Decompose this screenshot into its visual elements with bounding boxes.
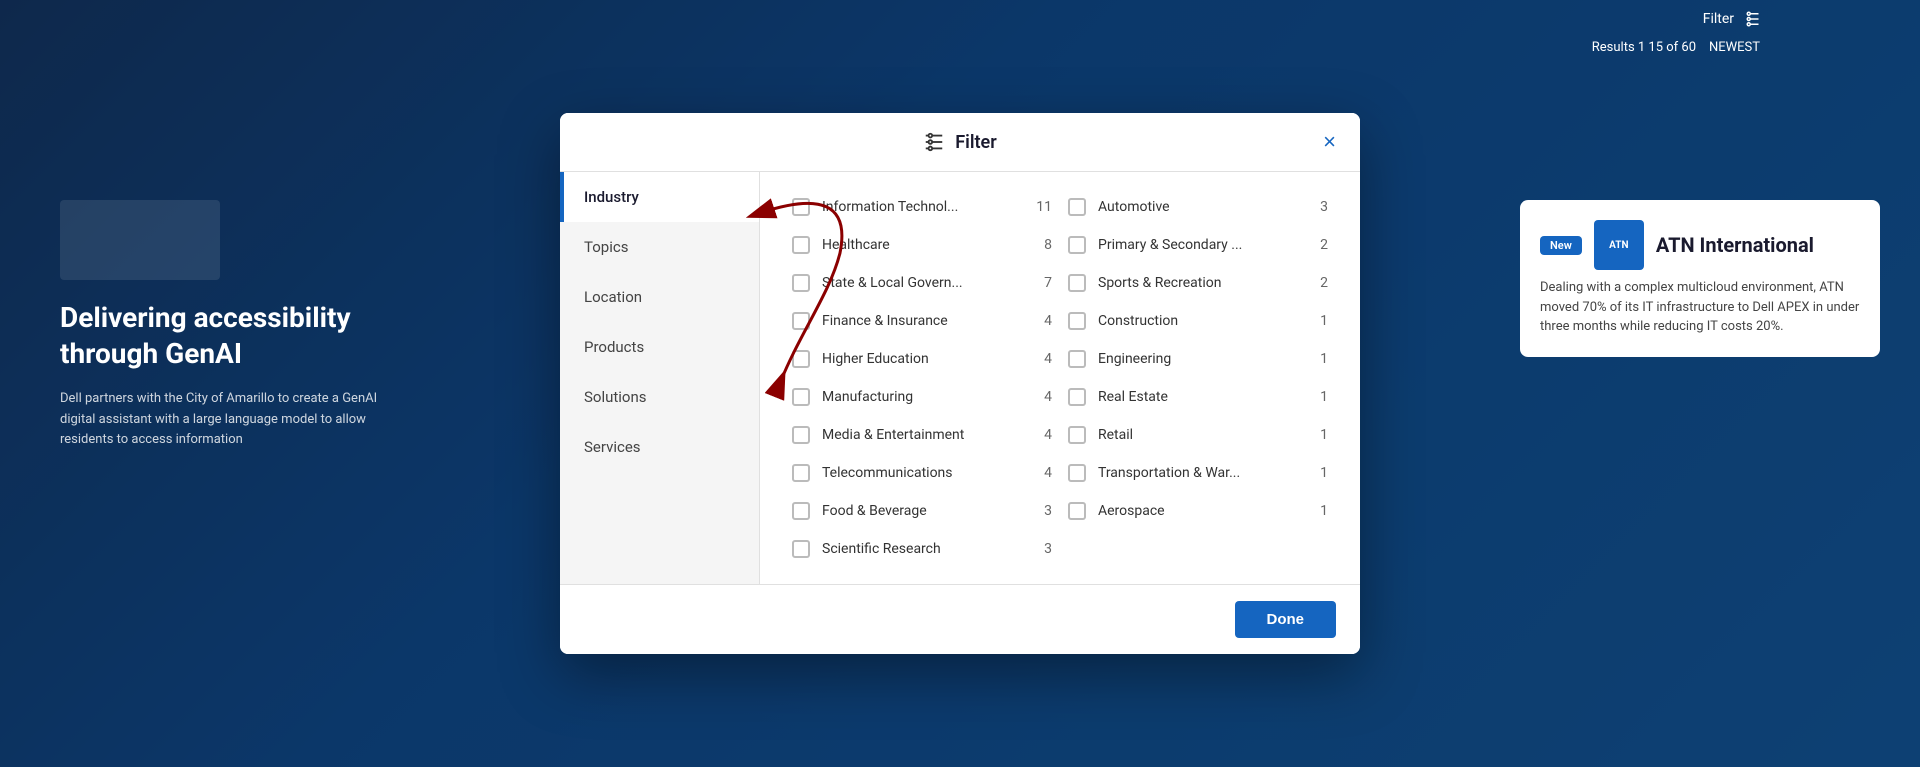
filter-item-telecom[interactable]: Telecommunications 4 bbox=[784, 454, 1060, 492]
checkbox-retail[interactable] bbox=[1068, 426, 1086, 444]
count-automotive: 3 bbox=[1312, 199, 1328, 215]
filter-item-food-bev[interactable]: Food & Beverage 3 bbox=[784, 492, 1060, 530]
label-sports-rec: Sports & Recreation bbox=[1098, 275, 1304, 291]
count-food-bev: 3 bbox=[1036, 503, 1052, 519]
sidebar-item-location[interactable]: Location bbox=[560, 272, 759, 322]
label-healthcare: Healthcare bbox=[822, 237, 1028, 253]
checkbox-construction[interactable] bbox=[1068, 312, 1086, 330]
label-automotive: Automotive bbox=[1098, 199, 1304, 215]
count-telecom: 4 bbox=[1036, 465, 1052, 481]
sidebar-item-products[interactable]: Products bbox=[560, 322, 759, 372]
modal-backdrop: Filter × Industry Topics Location Produc… bbox=[0, 0, 1920, 767]
modal-header: Filter × bbox=[560, 113, 1360, 172]
label-aerospace: Aerospace bbox=[1098, 503, 1304, 519]
checkbox-higher-ed[interactable] bbox=[792, 350, 810, 368]
filter-item-construction[interactable]: Construction 1 bbox=[1060, 302, 1336, 340]
filter-item-primary-secondary[interactable]: Primary & Secondary ... 2 bbox=[1060, 226, 1336, 264]
label-food-bev: Food & Beverage bbox=[822, 503, 1028, 519]
count-aerospace: 1 bbox=[1312, 503, 1328, 519]
label-finance: Finance & Insurance bbox=[822, 313, 1028, 329]
filter-item-transport[interactable]: Transportation & War... 1 bbox=[1060, 454, 1336, 492]
label-retail: Retail bbox=[1098, 427, 1304, 443]
filter-modal: Filter × Industry Topics Location Produc… bbox=[560, 113, 1360, 654]
count-construction: 1 bbox=[1312, 313, 1328, 329]
count-real-estate: 1 bbox=[1312, 389, 1328, 405]
label-construction: Construction bbox=[1098, 313, 1304, 329]
count-primary-secondary: 2 bbox=[1312, 237, 1328, 253]
modal-title-area: Filter bbox=[923, 131, 996, 153]
filter-item-sci-research[interactable]: Scientific Research 3 bbox=[784, 530, 1060, 568]
count-state-local: 7 bbox=[1036, 275, 1052, 291]
filter-item-healthcare[interactable]: Healthcare 8 bbox=[784, 226, 1060, 264]
count-manufacturing: 4 bbox=[1036, 389, 1052, 405]
modal-sidebar: Industry Topics Location Products Soluti… bbox=[560, 172, 760, 584]
checkbox-telecom[interactable] bbox=[792, 464, 810, 482]
checkbox-info-tech[interactable] bbox=[792, 198, 810, 216]
filter-item-automotive[interactable]: Automotive 3 bbox=[1060, 188, 1336, 226]
filter-item-aerospace[interactable]: Aerospace 1 bbox=[1060, 492, 1336, 530]
count-sports-rec: 2 bbox=[1312, 275, 1328, 291]
checkbox-sci-research[interactable] bbox=[792, 540, 810, 558]
filter-item-manufacturing[interactable]: Manufacturing 4 bbox=[784, 378, 1060, 416]
label-primary-secondary: Primary & Secondary ... bbox=[1098, 237, 1304, 253]
modal-close-button[interactable]: × bbox=[1319, 127, 1340, 157]
checkbox-transport[interactable] bbox=[1068, 464, 1086, 482]
count-sci-research: 3 bbox=[1036, 541, 1052, 557]
count-retail: 1 bbox=[1312, 427, 1328, 443]
checkbox-food-bev[interactable] bbox=[792, 502, 810, 520]
filter-item-engineering[interactable]: Engineering 1 bbox=[1060, 340, 1336, 378]
filter-item-retail[interactable]: Retail 1 bbox=[1060, 416, 1336, 454]
count-engineering: 1 bbox=[1312, 351, 1328, 367]
label-higher-ed: Higher Education bbox=[822, 351, 1028, 367]
label-transport: Transportation & War... bbox=[1098, 465, 1304, 481]
modal-body: Industry Topics Location Products Soluti… bbox=[560, 172, 1360, 584]
checkbox-sports-rec[interactable] bbox=[1068, 274, 1086, 292]
label-sci-research: Scientific Research bbox=[822, 541, 1028, 557]
filter-item-real-estate[interactable]: Real Estate 1 bbox=[1060, 378, 1336, 416]
count-info-tech: 11 bbox=[1036, 199, 1052, 215]
checkbox-manufacturing[interactable] bbox=[792, 388, 810, 406]
label-info-tech: Information Technol... bbox=[822, 199, 1028, 215]
modal-title: Filter bbox=[955, 132, 996, 153]
filter-item-higher-ed[interactable]: Higher Education 4 bbox=[784, 340, 1060, 378]
filter-item-state-local[interactable]: State & Local Govern... 7 bbox=[784, 264, 1060, 302]
sidebar-item-topics[interactable]: Topics bbox=[560, 222, 759, 272]
sidebar-item-solutions[interactable]: Solutions bbox=[560, 372, 759, 422]
sidebar-item-industry[interactable]: Industry bbox=[560, 172, 759, 222]
checkbox-primary-secondary[interactable] bbox=[1068, 236, 1086, 254]
filter-icon bbox=[923, 131, 945, 153]
checkbox-state-local[interactable] bbox=[792, 274, 810, 292]
count-healthcare: 8 bbox=[1036, 237, 1052, 253]
checkbox-aerospace[interactable] bbox=[1068, 502, 1086, 520]
checkbox-media[interactable] bbox=[792, 426, 810, 444]
filter-content: Information Technol... 11 Automotive 3 H… bbox=[760, 172, 1360, 584]
checkbox-engineering[interactable] bbox=[1068, 350, 1086, 368]
checkbox-automotive[interactable] bbox=[1068, 198, 1086, 216]
checkbox-real-estate[interactable] bbox=[1068, 388, 1086, 406]
label-telecom: Telecommunications bbox=[822, 465, 1028, 481]
label-media: Media & Entertainment bbox=[822, 427, 1028, 443]
sidebar-item-services[interactable]: Services bbox=[560, 422, 759, 472]
label-state-local: State & Local Govern... bbox=[822, 275, 1028, 291]
label-real-estate: Real Estate bbox=[1098, 389, 1304, 405]
count-finance: 4 bbox=[1036, 313, 1052, 329]
checkbox-healthcare[interactable] bbox=[792, 236, 810, 254]
count-higher-ed: 4 bbox=[1036, 351, 1052, 367]
filter-item-media[interactable]: Media & Entertainment 4 bbox=[784, 416, 1060, 454]
modal-footer: Done bbox=[560, 584, 1360, 654]
done-button[interactable]: Done bbox=[1235, 601, 1337, 638]
filter-item-finance[interactable]: Finance & Insurance 4 bbox=[784, 302, 1060, 340]
count-media: 4 bbox=[1036, 427, 1052, 443]
filter-item-info-tech[interactable]: Information Technol... 11 bbox=[784, 188, 1060, 226]
filter-item-sports-rec[interactable]: Sports & Recreation 2 bbox=[1060, 264, 1336, 302]
count-transport: 1 bbox=[1312, 465, 1328, 481]
label-engineering: Engineering bbox=[1098, 351, 1304, 367]
filter-grid: Information Technol... 11 Automotive 3 H… bbox=[784, 188, 1336, 568]
label-manufacturing: Manufacturing bbox=[822, 389, 1028, 405]
checkbox-finance[interactable] bbox=[792, 312, 810, 330]
